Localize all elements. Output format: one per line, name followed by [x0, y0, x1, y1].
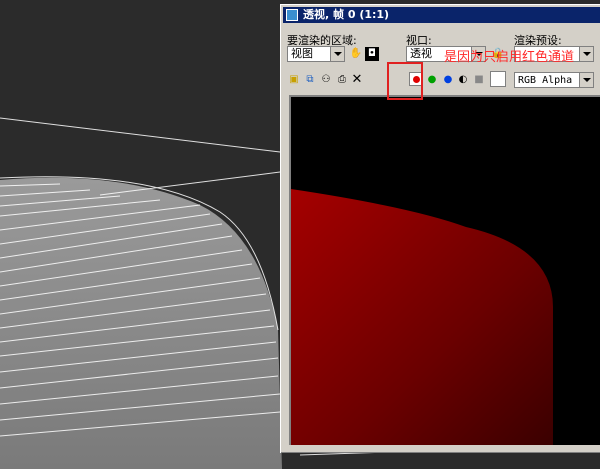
- channel-dropdown-value: RGB Alpha: [518, 75, 573, 86]
- rendered-frame-window: 透视, 帧 0 (1:1) 要渲染的区域: 视口: 渲染预设: 视图 ✋ ◘ 透…: [280, 4, 600, 453]
- green-channel-icon[interactable]: ●: [425, 73, 439, 87]
- region-dropdown-value: 视图: [291, 47, 313, 60]
- clone-icon[interactable]: ⚇: [319, 73, 333, 87]
- render-canvas[interactable]: [289, 95, 600, 445]
- chevron-down-icon[interactable]: [579, 47, 593, 61]
- channel-dropdown[interactable]: RGB Alpha: [514, 72, 594, 88]
- alpha-icon[interactable]: ◐: [456, 73, 470, 87]
- save-icon[interactable]: ▣: [287, 73, 301, 87]
- blue-channel-icon[interactable]: ●: [441, 73, 455, 87]
- window-title: 透视, 帧 0 (1:1): [303, 8, 390, 21]
- camera-icon[interactable]: ◘: [365, 47, 379, 61]
- mono-icon[interactable]: ■: [472, 73, 486, 87]
- chevron-down-icon[interactable]: [330, 47, 344, 61]
- highlight-box: [387, 62, 423, 100]
- color-swatch-icon[interactable]: [490, 71, 506, 87]
- region-dropdown[interactable]: 视图: [287, 46, 345, 62]
- copy-icon[interactable]: ⧉: [303, 73, 317, 87]
- annotation-text: 是因为只启用红色通道: [444, 50, 575, 65]
- rendered-object: [291, 189, 553, 445]
- hand-icon[interactable]: ✋: [349, 47, 363, 61]
- clear-icon[interactable]: ✕: [350, 73, 364, 87]
- viewport-dropdown-value: 透视: [410, 47, 432, 60]
- app-icon: [286, 9, 298, 21]
- chevron-down-icon[interactable]: [579, 73, 593, 87]
- window-titlebar[interactable]: 透视, 帧 0 (1:1): [283, 7, 600, 23]
- print-icon[interactable]: ⎙: [335, 73, 349, 87]
